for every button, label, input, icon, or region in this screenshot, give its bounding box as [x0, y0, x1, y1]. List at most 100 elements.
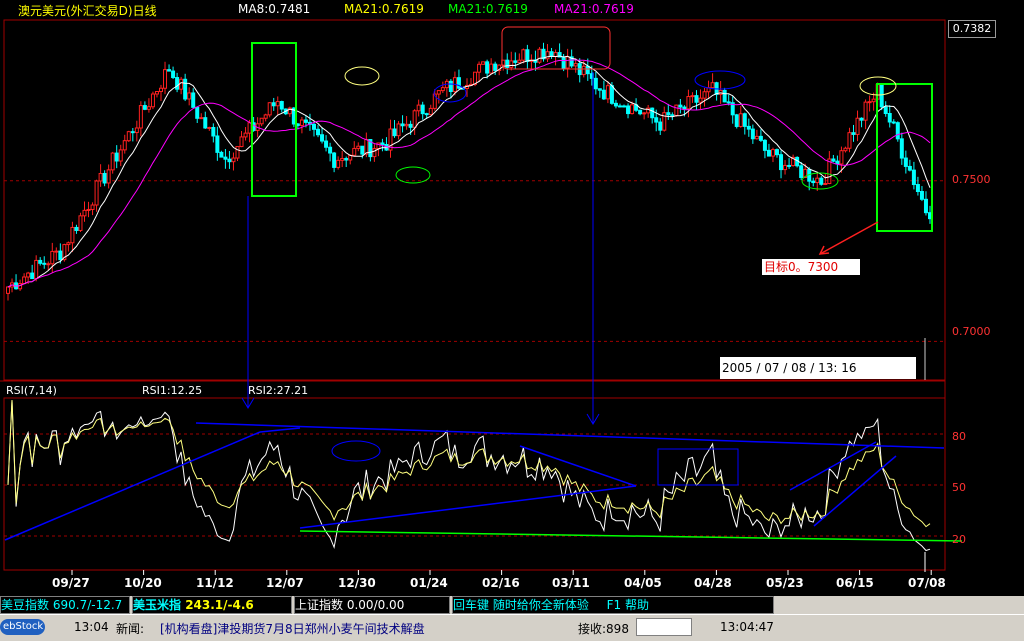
candle-body [481, 61, 486, 65]
candle-body [654, 117, 659, 123]
x-tick-label: 03/11 [552, 576, 590, 590]
index-status-bar: 美豆指数 690.7/-12.7 美玉米指 243.1/-4.6 上证指数 0.… [0, 596, 1024, 614]
candle-body [521, 49, 526, 61]
trend-line [195, 422, 945, 449]
candle-body [167, 69, 172, 72]
candle-body [78, 215, 83, 231]
candle-body [613, 102, 618, 107]
candle-body [831, 158, 836, 162]
candle-body [605, 85, 610, 100]
index2-segment[interactable]: 美玉米指 243.1/-4.6 [132, 596, 292, 614]
candle-body [34, 259, 39, 280]
timestamp-box: 2005 / 07 / 08 / 13: 16 [720, 357, 916, 379]
candle-body [601, 89, 606, 100]
ticker-segment[interactable]: 回车键 随时给你全新体验 F1 帮助 [452, 596, 774, 614]
candle-body [46, 263, 51, 266]
index1-label: 美豆指数 [1, 598, 50, 612]
candle-body [919, 191, 924, 200]
clock: 13:04:47 [720, 620, 774, 634]
candle-body [154, 91, 159, 95]
news-bar: ebStock 13:04 新闻: [机构看盘]津投期货7月8日郑州小麦午间技术… [0, 614, 1024, 641]
candle-body [666, 112, 671, 116]
chart-svg[interactable] [0, 0, 1024, 596]
candle-body [42, 262, 47, 265]
x-tick-label: 10/20 [124, 576, 162, 590]
x-tick-label: 12/07 [266, 576, 304, 590]
candle-body [859, 117, 864, 121]
x-tick-label: 09/27 [52, 576, 90, 590]
candle-body [827, 158, 832, 185]
candle-body [742, 113, 747, 127]
candle-body [26, 272, 31, 278]
candle-body [50, 250, 55, 265]
index1-segment[interactable]: 美豆指数 690.7/-12.7 [0, 596, 130, 614]
candle-body [247, 122, 252, 134]
candle-body [187, 92, 192, 100]
candle-body [702, 91, 707, 99]
candle-body [203, 117, 208, 129]
candle-body [734, 114, 739, 127]
candle-body [90, 204, 95, 210]
candle-body [332, 152, 337, 168]
recv-input[interactable] [636, 618, 692, 636]
candle-body [428, 107, 433, 116]
candle-body [328, 146, 333, 154]
chart-area[interactable]: 澳元美元(外汇交易D)日线 MA8:0.7481 MA21:0.7619 MA2… [0, 0, 1024, 596]
candle-body [118, 149, 123, 162]
candle-body [726, 101, 731, 104]
candle-body [320, 134, 325, 142]
candle-body [585, 65, 590, 75]
candle-body [336, 159, 341, 168]
trend-line [789, 441, 877, 491]
candle-body [867, 101, 872, 104]
candle-body [783, 164, 788, 171]
candle-body [694, 95, 699, 103]
target-arrow [819, 221, 879, 255]
candle-body [138, 105, 143, 129]
candle-body [58, 250, 63, 261]
candle-body [686, 96, 691, 110]
candle-body [279, 101, 284, 110]
candle-body [146, 106, 151, 110]
candle-body [477, 63, 482, 73]
candle-body [923, 198, 928, 214]
candle-body [38, 259, 43, 264]
candle-body [380, 142, 385, 146]
index3-label: 上证指数 [295, 598, 344, 612]
candle-body [766, 149, 771, 157]
candle-body [6, 286, 10, 294]
candle-body [404, 123, 409, 127]
news-time: 13:04 [74, 620, 109, 634]
candle-body [235, 146, 240, 159]
index3-segment[interactable]: 上证指数 0.00/0.00 [294, 596, 450, 614]
candle-body [231, 157, 236, 163]
candle-body [907, 165, 912, 171]
candle-body [485, 61, 490, 74]
candle-body [738, 113, 743, 127]
news-label: 新闻: [116, 622, 145, 636]
candle-body [134, 127, 139, 134]
candle-body [630, 104, 635, 115]
candle-body [158, 87, 163, 93]
candle-body [412, 110, 417, 128]
news-headline[interactable]: [机构看盘]津投期货7月8日郑州小麦午间技术解盘 [160, 620, 425, 637]
candle-body [891, 121, 896, 124]
x-tick-label: 02/16 [482, 576, 520, 590]
candle-body [227, 158, 232, 163]
candle-body [517, 59, 522, 63]
candle-body [565, 56, 570, 69]
annotation-ellipse [344, 66, 380, 86]
candle-body [179, 78, 184, 90]
candle-body [617, 105, 622, 108]
candle-body [356, 145, 361, 149]
candle-body [770, 149, 775, 157]
candle-body [408, 123, 413, 128]
x-tick-label: 01/24 [410, 576, 448, 590]
candle-body [106, 169, 111, 184]
candle-body [710, 82, 715, 89]
candle-body [758, 135, 763, 141]
candle-body [142, 105, 147, 110]
x-tick-label: 11/12 [196, 576, 234, 590]
x-tick-label: 07/08 [908, 576, 946, 590]
candle-body [396, 123, 401, 137]
